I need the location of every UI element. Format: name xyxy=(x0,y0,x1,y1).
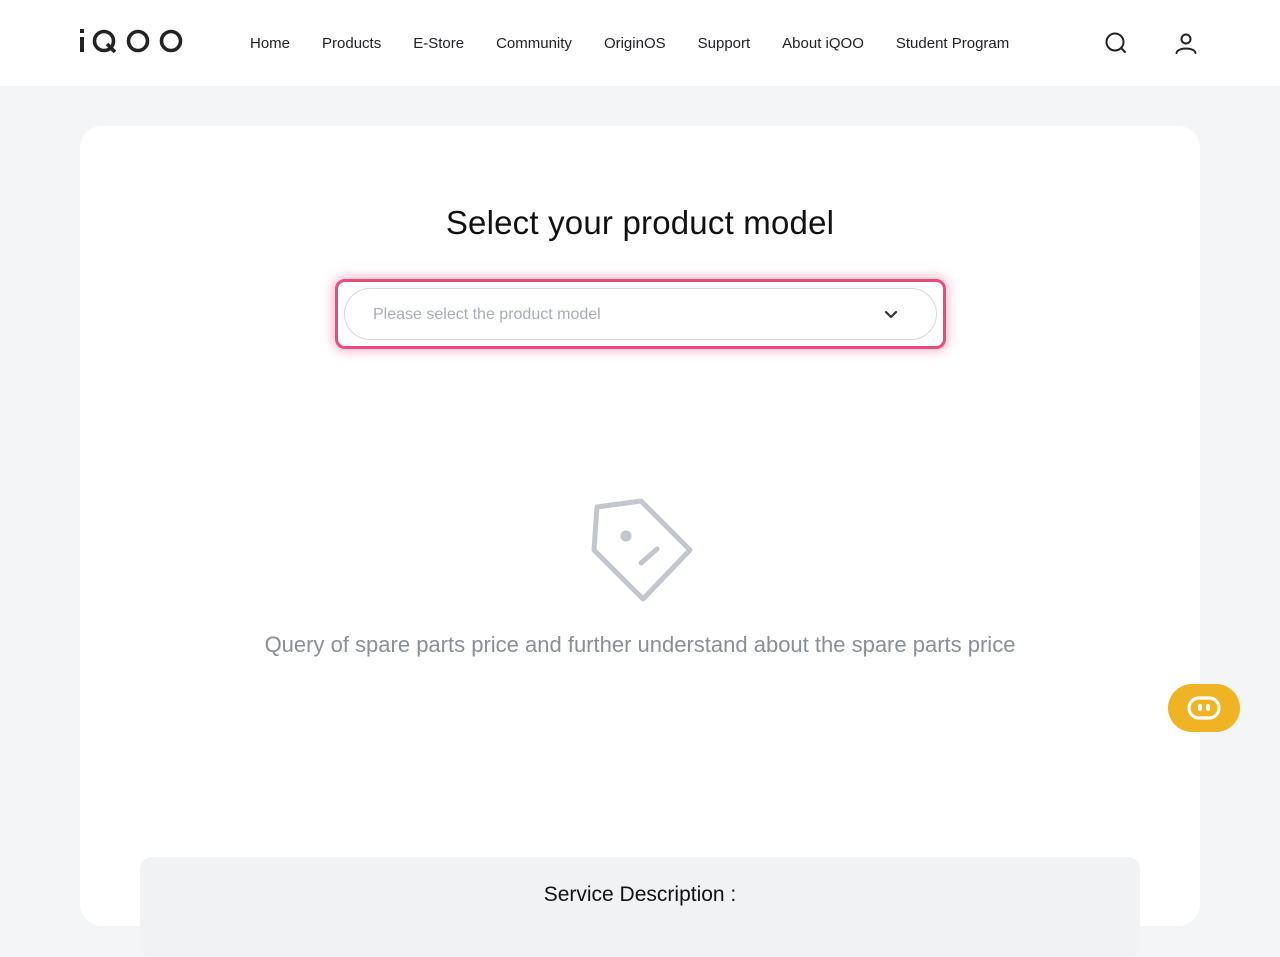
price-tag-icon xyxy=(591,498,693,602)
product-model-select-focus-ring: Please select the product model xyxy=(335,279,946,349)
nav-support[interactable]: Support xyxy=(698,35,751,52)
empty-state-text: Query of spare parts price and further u… xyxy=(264,632,1016,657)
page-title: Select your product model xyxy=(445,204,835,241)
nav-community[interactable]: Community xyxy=(496,35,572,52)
nav-student-program[interactable]: Student Program xyxy=(896,35,1009,52)
search-icon[interactable] xyxy=(1104,31,1128,55)
chat-assistant-button[interactable] xyxy=(1168,684,1240,732)
service-description-panel: Service Description : xyxy=(140,857,1140,957)
main-card: Select your product model Please select … xyxy=(80,126,1200,957)
service-description-title: Service Description : xyxy=(543,883,737,906)
nav-about[interactable]: About iQOO xyxy=(782,35,864,52)
nav-estore[interactable]: E-Store xyxy=(413,35,464,52)
chat-robot-icon xyxy=(1187,696,1221,720)
nav-originos[interactable]: OriginOS xyxy=(604,35,666,52)
chevron-down-icon xyxy=(884,310,898,319)
top-header: Home Products E-Store Community OriginOS… xyxy=(0,0,1280,86)
iqoo-logo[interactable] xyxy=(79,27,185,57)
nav-home[interactable]: Home xyxy=(250,35,290,52)
nav-products[interactable]: Products xyxy=(322,35,381,52)
select-placeholder: Please select the product model xyxy=(373,306,601,323)
product-model-select[interactable]: Please select the product model xyxy=(344,288,937,340)
user-icon[interactable] xyxy=(1174,31,1198,55)
main-nav: Home Products E-Store Community OriginOS… xyxy=(250,0,1041,86)
